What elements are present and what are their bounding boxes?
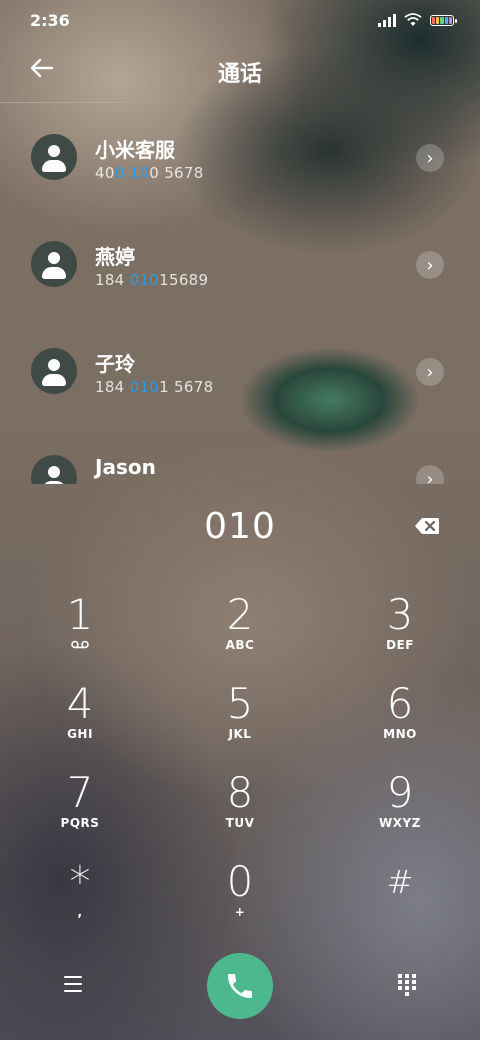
dialed-number[interactable]: 010	[0, 506, 480, 547]
backspace-icon[interactable]	[414, 517, 440, 535]
call-button[interactable]	[207, 953, 273, 1019]
key-9[interactable]: 9 WXYZ	[340, 768, 460, 848]
key-7[interactable]: 7 PQRS	[20, 768, 140, 848]
status-icons	[378, 13, 457, 27]
status-time: 2:36	[30, 11, 70, 30]
contact-number: 400 100 5678	[95, 164, 204, 182]
dialpad-icon[interactable]	[398, 974, 416, 996]
header-divider	[0, 102, 220, 103]
voicemail-icon	[71, 640, 89, 649]
contact-name: 子玲	[95, 352, 135, 376]
contact-name: Jason	[95, 455, 156, 479]
key-1[interactable]: 1	[20, 590, 140, 670]
chevron-right-icon[interactable]: ›	[416, 251, 444, 279]
status-bar: 2:36	[0, 0, 480, 40]
key-4[interactable]: 4 GHI	[20, 679, 140, 759]
page-title: 通话	[217, 62, 262, 87]
phone-icon	[228, 974, 252, 998]
contact-row[interactable]: Jason ›	[0, 433, 480, 484]
wifi-icon	[404, 13, 422, 26]
avatar	[31, 455, 77, 484]
avatar	[31, 241, 77, 287]
menu-icon[interactable]	[64, 976, 82, 992]
contact-row[interactable]: 子玲 184 0101 5678 ›	[0, 326, 480, 416]
key-5[interactable]: 5 JKL	[180, 679, 300, 759]
chevron-right-icon[interactable]: ›	[416, 358, 444, 386]
contact-number: 184 0101 5678	[95, 378, 214, 396]
contact-row[interactable]: 小米客服 400 100 5678 ›	[0, 112, 480, 202]
avatar	[31, 348, 77, 394]
bottom-actions	[0, 950, 480, 1020]
key-6[interactable]: 6 MNO	[340, 679, 460, 759]
key-3[interactable]: 3 DEF	[340, 590, 460, 670]
chevron-right-icon[interactable]: ›	[416, 144, 444, 172]
chevron-right-icon[interactable]: ›	[416, 465, 444, 484]
battery-icon	[430, 14, 457, 26]
contact-name: 燕婷	[95, 245, 135, 269]
contact-row[interactable]: 燕婷 184 01015689 ›	[0, 219, 480, 309]
key-hash[interactable]: #	[340, 857, 460, 937]
app-header: 通话	[0, 44, 480, 100]
key-0[interactable]: 0 +	[180, 857, 300, 937]
avatar	[31, 134, 77, 180]
contact-number: 184 01015689	[95, 271, 209, 289]
key-star[interactable]: * ,	[20, 857, 140, 937]
contact-name: 小米客服	[95, 138, 175, 162]
key-8[interactable]: 8 TUV	[180, 768, 300, 848]
contact-suggestions-list: 小米客服 400 100 5678 › 燕婷 184 01015689 › 子玲…	[0, 112, 480, 484]
dial-input-row: 010	[0, 500, 480, 560]
key-2[interactable]: 2 ABC	[180, 590, 300, 670]
signal-icon	[378, 13, 396, 27]
